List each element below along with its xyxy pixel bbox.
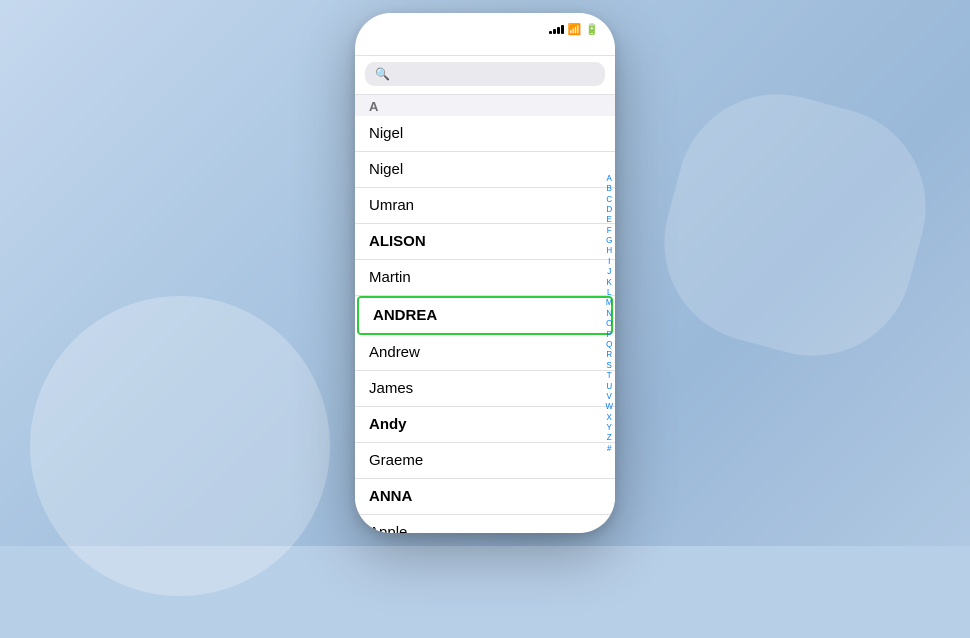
alpha-letter-f[interactable]: F [607,226,612,236]
contact-row[interactable]: ANDREA [357,296,613,335]
contact-row[interactable]: Apple [355,515,615,533]
alphabet-index[interactable]: ABCDEFGHIJKLMNOPQRSTUVWXYZ# [605,95,613,533]
alpha-letter-q[interactable]: Q [606,340,612,350]
contact-name: Umran [369,197,414,214]
contact-name: Martin [369,269,411,286]
alpha-letter-o[interactable]: O [606,319,612,329]
section-header-a: A [355,95,615,116]
alpha-letter-d[interactable]: D [606,205,612,215]
alpha-letter-l[interactable]: L [607,288,611,298]
alpha-letter-m[interactable]: M [606,298,613,308]
contact-row[interactable]: ANNA [355,479,615,515]
contact-name: James [369,380,413,397]
contact-name: Andrew [369,344,420,361]
alpha-letter-w[interactable]: W [605,402,613,412]
contact-row[interactable]: ALISON [355,224,615,260]
search-input-wrapper[interactable]: 🔍 [365,62,605,86]
contact-row[interactable]: Martin [355,260,615,296]
contacts-scroll[interactable]: ANigelNigelUmranALISONMartinANDREAAndrew… [355,95,615,533]
alpha-letter-g[interactable]: G [606,236,612,246]
search-icon: 🔍 [375,67,390,81]
alpha-letter-u[interactable]: U [606,382,612,392]
contact-name: ANNA [369,488,412,505]
alpha-letter-h[interactable]: H [606,246,612,256]
contact-name: ALISON [369,233,426,250]
nav-bar [355,41,615,56]
alpha-letter-j[interactable]: J [607,267,611,277]
contact-row[interactable]: Nigel [355,116,615,152]
contact-name: Apple [369,524,407,533]
contact-row[interactable]: Andy [355,407,615,443]
alpha-letter-c[interactable]: C [606,195,612,205]
alpha-letter-x[interactable]: X [607,413,612,423]
bg-shape1 [0,254,372,638]
search-bar: 🔍 [355,56,615,95]
contact-row[interactable]: Andrew [355,335,615,371]
alpha-letter-z[interactable]: Z [607,433,612,443]
contact-row[interactable]: James [355,371,615,407]
contact-name: ANDREA [373,307,437,324]
contact-row[interactable]: Umran [355,188,615,224]
alpha-letter-y[interactable]: Y [607,423,612,433]
signal-icon [549,24,564,34]
alpha-letter-i[interactable]: I [608,257,610,267]
alpha-letter-t[interactable]: T [607,371,612,381]
alpha-letter-p[interactable]: P [607,330,612,340]
contact-row[interactable]: Graeme [355,443,615,479]
phone-frame: 📶 🔋 🔍 ANigelNigelUmranALISONMartinANDREA… [355,13,615,533]
alpha-letter-s[interactable]: S [607,361,612,371]
contact-name: Graeme [369,452,423,469]
battery-icon: 🔋 [585,23,599,36]
alpha-letter-e[interactable]: E [607,215,612,225]
contact-name: Andy [369,416,407,433]
contacts-list: ANigelNigelUmranALISONMartinANDREAAndrew… [355,95,615,533]
status-bar: 📶 🔋 [355,13,615,41]
alpha-letter-v[interactable]: V [607,392,612,402]
alpha-letter-n[interactable]: N [606,309,612,319]
alpha-letter-#[interactable]: # [607,444,611,454]
contact-name: Nigel [369,125,403,142]
contact-row[interactable]: Nigel [355,152,615,188]
alpha-letter-r[interactable]: R [606,350,612,360]
alpha-letter-a[interactable]: A [607,174,612,184]
contact-name: Nigel [369,161,403,178]
alpha-letter-k[interactable]: K [607,278,612,288]
alpha-letter-b[interactable]: B [607,184,612,194]
bg-shape2 [642,72,948,378]
status-icons: 📶 🔋 [549,23,599,36]
wifi-icon: 📶 [568,23,582,36]
